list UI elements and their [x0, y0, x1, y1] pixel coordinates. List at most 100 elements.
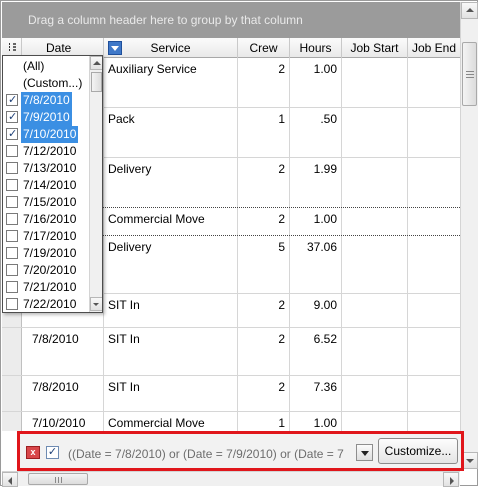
scroll-left-button[interactable]: [2, 472, 18, 487]
clear-filter-button[interactable]: x: [26, 446, 40, 459]
filter-list-item[interactable]: 7/10/2010: [3, 126, 88, 143]
cell-job-end[interactable]: [408, 208, 460, 235]
column-header-crew[interactable]: Crew: [238, 38, 290, 58]
cell-hours[interactable]: .50: [290, 108, 342, 157]
cell-job-start[interactable]: [342, 108, 408, 157]
cell-crew[interactable]: 2: [238, 208, 290, 235]
cell-job-end[interactable]: [408, 58, 460, 107]
cell-service[interactable]: Commercial Move: [104, 412, 238, 431]
filter-item-checkbox[interactable]: [6, 298, 18, 310]
filter-item-checkbox[interactable]: [6, 213, 18, 225]
cell-hours[interactable]: 1.00: [290, 58, 342, 107]
horizontal-scrollbar[interactable]: [2, 471, 460, 487]
cell-job-end[interactable]: [408, 294, 460, 327]
cell-job-end[interactable]: [408, 108, 460, 157]
filter-history-dropdown[interactable]: [356, 444, 373, 461]
filter-list-item[interactable]: 7/8/2010: [3, 92, 88, 109]
scroll-up-button[interactable]: [461, 2, 478, 19]
cell-crew[interactable]: 1: [238, 108, 290, 157]
group-by-panel[interactable]: Drag a column header here to group by th…: [2, 2, 460, 38]
cell-crew[interactable]: 2: [238, 58, 290, 107]
column-header-job-start[interactable]: Job Start: [342, 38, 408, 58]
filter-list-item[interactable]: 7/21/2010: [3, 279, 88, 296]
cell-hours[interactable]: 9.00: [290, 294, 342, 327]
column-header-service[interactable]: Service: [104, 38, 238, 58]
list-scroll-thumb[interactable]: [91, 72, 102, 92]
filter-list-item[interactable]: (Custom...): [3, 75, 88, 92]
cell-job-end[interactable]: [408, 236, 460, 293]
cell-service[interactable]: Delivery: [104, 158, 238, 207]
filter-list-item[interactable]: 7/13/2010: [3, 160, 88, 177]
filter-item-checkbox[interactable]: [6, 162, 18, 174]
cell-hours[interactable]: 1.99: [290, 158, 342, 207]
cell-job-end[interactable]: [408, 158, 460, 207]
filter-list-item[interactable]: 7/20/2010: [3, 262, 88, 279]
cell-job-end[interactable]: [408, 412, 460, 431]
cell-hours[interactable]: 37.06: [290, 236, 342, 293]
filter-list-item[interactable]: 7/16/2010: [3, 211, 88, 228]
filter-list-item[interactable]: 7/19/2010: [3, 245, 88, 262]
vertical-scrollbar[interactable]: [460, 2, 478, 469]
filter-list-item[interactable]: 7/9/2010: [3, 109, 88, 126]
cell-crew[interactable]: 5: [238, 236, 290, 293]
cell-crew[interactable]: 2: [238, 294, 290, 327]
cell-crew[interactable]: 2: [238, 158, 290, 207]
cell-hours[interactable]: 1.00: [290, 208, 342, 235]
cell-job-start[interactable]: [342, 412, 408, 431]
cell-job-start[interactable]: [342, 158, 408, 207]
cell-service[interactable]: SIT In: [104, 328, 238, 375]
filter-list-item[interactable]: 7/14/2010: [3, 177, 88, 194]
horizontal-scroll-thumb[interactable]: [28, 473, 88, 485]
cell-job-start[interactable]: [342, 328, 408, 375]
cell-job-end[interactable]: [408, 328, 460, 375]
cell-service[interactable]: SIT In: [104, 294, 238, 327]
filter-expression-text[interactable]: ((Date = 7/8/2010) or (Date = 7/9/2010) …: [68, 447, 348, 461]
cell-service[interactable]: Pack: [104, 108, 238, 157]
cell-date[interactable]: 7/8/2010: [22, 376, 104, 411]
cell-job-start[interactable]: [342, 376, 408, 411]
cell-job-start[interactable]: [342, 208, 408, 235]
customize-filter-button[interactable]: Customize...: [378, 438, 458, 464]
filter-list-item[interactable]: (All): [3, 58, 88, 75]
filter-item-checkbox[interactable]: [6, 179, 18, 191]
filter-list-item[interactable]: 7/15/2010: [3, 194, 88, 211]
filter-item-checkbox[interactable]: [6, 247, 18, 259]
cell-job-start[interactable]: [342, 236, 408, 293]
list-scroll-down-button[interactable]: [90, 297, 102, 311]
table-row[interactable]: 7/8/2010 SIT In 2 7.36: [2, 376, 460, 412]
filter-item-checkbox[interactable]: [6, 145, 18, 157]
filter-list-item[interactable]: 7/17/2010: [3, 228, 88, 245]
list-scroll-up-button[interactable]: [90, 56, 102, 70]
filter-list-scrollbar[interactable]: [89, 56, 102, 312]
filter-item-checkbox[interactable]: [6, 196, 18, 208]
cell-crew[interactable]: 1: [238, 412, 290, 431]
filter-list-item[interactable]: 7/22/2010: [3, 296, 88, 312]
filter-item-checkbox[interactable]: [6, 264, 18, 276]
table-row[interactable]: 7/10/2010 Commercial Move 1 1.00: [2, 412, 460, 431]
scroll-right-button[interactable]: [443, 472, 459, 487]
filter-item-checkbox[interactable]: [6, 126, 18, 143]
cell-job-start[interactable]: [342, 294, 408, 327]
cell-service[interactable]: Commercial Move: [104, 208, 238, 235]
filter-enabled-checkbox[interactable]: ✓: [46, 446, 59, 459]
cell-service[interactable]: SIT In: [104, 376, 238, 411]
cell-hours[interactable]: 7.36: [290, 376, 342, 411]
cell-service[interactable]: Auxiliary Service: [104, 58, 238, 107]
cell-crew[interactable]: 2: [238, 376, 290, 411]
filter-item-checkbox[interactable]: [6, 92, 18, 109]
cell-hours[interactable]: 1.00: [290, 412, 342, 431]
column-header-job-end[interactable]: Job End: [408, 38, 460, 58]
cell-job-start[interactable]: [342, 58, 408, 107]
column-header-hours[interactable]: Hours: [290, 38, 342, 58]
filter-list-item[interactable]: 7/12/2010: [3, 143, 88, 160]
cell-crew[interactable]: 2: [238, 328, 290, 375]
table-row[interactable]: 7/8/2010 SIT In 2 6.52: [2, 328, 460, 376]
vertical-scroll-thumb[interactable]: [462, 42, 477, 106]
cell-date[interactable]: 7/8/2010: [22, 328, 104, 375]
cell-hours[interactable]: 6.52: [290, 328, 342, 375]
cell-job-end[interactable]: [408, 376, 460, 411]
filter-item-checkbox[interactable]: [6, 281, 18, 293]
filter-item-checkbox[interactable]: [6, 109, 18, 126]
cell-date[interactable]: 7/10/2010: [22, 412, 104, 431]
cell-service[interactable]: Delivery: [104, 236, 238, 293]
